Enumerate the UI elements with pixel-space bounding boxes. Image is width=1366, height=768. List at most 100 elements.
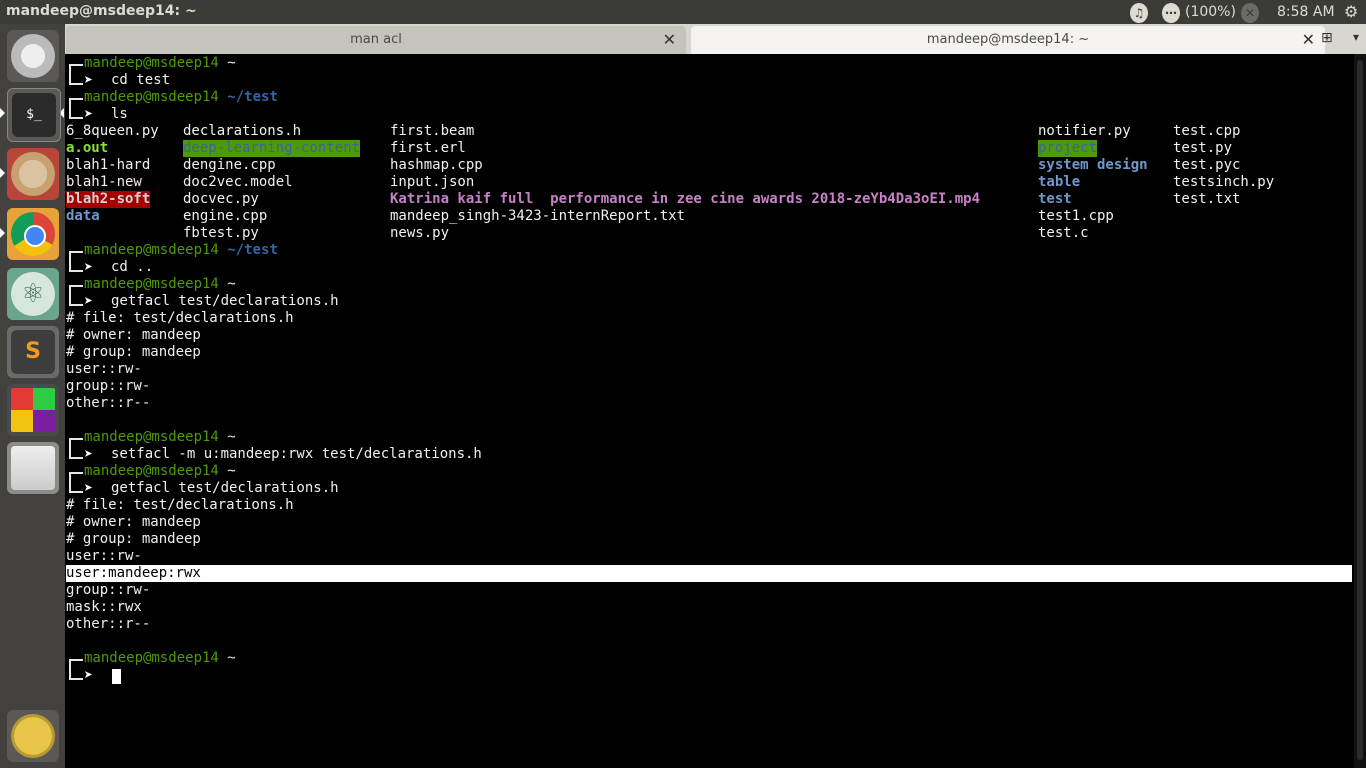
- prompt-arrow-icon: ➤: [84, 666, 94, 684]
- file-entry: engine.cpp: [183, 208, 268, 224]
- prompt-arrow-icon: ➤: [84, 71, 94, 89]
- file-entry: test.cpp: [1173, 123, 1241, 139]
- file-entry: blah2-soft: [66, 191, 151, 208]
- output-line: group::rw-: [66, 378, 151, 394]
- file-entry: news.py: [390, 225, 450, 241]
- file-entry: blah1-hard: [66, 157, 151, 173]
- window-title: mandeep@msdeep14: ~: [6, 3, 197, 19]
- highlighted-output-line: user:mandeep:rwx: [66, 565, 1352, 582]
- atom-icon[interactable]: ⚛: [7, 268, 59, 320]
- tab-man-acl[interactable]: man acl ✕: [66, 26, 686, 54]
- prompt-bracket: [69, 285, 83, 306]
- file-entry: input.json: [390, 174, 475, 190]
- chrome-icon[interactable]: [7, 208, 59, 260]
- trash-icon[interactable]: [7, 710, 59, 762]
- network-icon[interactable]: ♫: [1130, 3, 1148, 23]
- clock[interactable]: 8:58 AM: [1277, 2, 1335, 22]
- file-entry: test.py: [1173, 140, 1233, 156]
- drive-icon[interactable]: [7, 442, 59, 494]
- text-cursor: [112, 669, 121, 684]
- output-line: user::rw-: [66, 548, 142, 564]
- file-entry: testsinch.py: [1173, 174, 1275, 190]
- scrollbar-thumb[interactable]: [1357, 60, 1363, 760]
- rubiks-cube-icon[interactable]: [7, 384, 59, 436]
- volume-muted-icon[interactable]: ✕: [1241, 3, 1259, 23]
- file-entry: doc2vec.model: [183, 174, 293, 190]
- command-text: cd ..: [111, 259, 154, 275]
- prompt-user: mandeep@msdeep14 ~/test: [84, 89, 278, 105]
- terminal-view[interactable]: mandeep@msdeep14 ~ ➤ cd test mandeep@msd…: [65, 54, 1354, 768]
- file-entry: test1.cpp: [1038, 208, 1114, 224]
- prompt-bracket: [69, 472, 83, 493]
- running-indicator: [0, 228, 5, 238]
- command-text: getfacl test/declarations.h: [111, 480, 339, 496]
- new-tab-icon[interactable]: ⊞: [1321, 30, 1341, 48]
- output-line: # file: test/declarations.h: [66, 497, 294, 513]
- dir-entry: deep-learning-content: [183, 140, 361, 157]
- sublime-text-icon[interactable]: S: [7, 326, 59, 378]
- scrollbar[interactable]: [1354, 54, 1366, 768]
- prompt-user: mandeep@msdeep14 ~: [84, 429, 236, 445]
- prompt-arrow-icon: ➤: [84, 292, 94, 310]
- dir-entry: test: [1038, 191, 1072, 207]
- output-line: # group: mandeep: [66, 344, 201, 360]
- file-entry: Katrina kaif full performance in zee cin…: [390, 191, 981, 207]
- prompt-arrow-icon: ➤: [84, 479, 94, 497]
- prompt-block: mandeep@msdeep14 ~/test ➤ cd ..: [66, 242, 666, 276]
- dir-entry: project: [1038, 140, 1098, 157]
- tab-label: man acl: [350, 32, 402, 47]
- ubuntu-dash-icon[interactable]: [7, 30, 59, 82]
- output-line: mask::rwx: [66, 599, 142, 615]
- output-line: group::rw-: [66, 582, 151, 598]
- command-text: getfacl test/declarations.h: [111, 293, 339, 309]
- power-gear-icon[interactable]: ⚙: [1344, 2, 1358, 22]
- output-line: # owner: mandeep: [66, 514, 201, 530]
- running-indicator: [0, 168, 5, 178]
- tab-label: mandeep@msdeep14: ~: [926, 32, 1090, 47]
- battery-icon[interactable]: ⋯: [1162, 3, 1180, 23]
- file-entry: notifier.py: [1038, 123, 1131, 139]
- command-text: ls: [111, 106, 128, 122]
- prompt-arrow-icon: ➤: [84, 258, 94, 276]
- file-entry: test.txt: [1173, 191, 1241, 207]
- file-entry: first.beam: [390, 123, 475, 139]
- files-icon[interactable]: [7, 148, 59, 200]
- output-line: # owner: mandeep: [66, 327, 201, 343]
- prompt-block: mandeep@msdeep14 ~ ➤ setfacl -m u:mandee…: [66, 429, 666, 463]
- battery-percent[interactable]: (100%): [1185, 2, 1236, 22]
- prompt-bracket: [69, 659, 83, 680]
- prompt-block: mandeep@msdeep14 ~ ➤ getfacl test/declar…: [66, 463, 666, 497]
- close-icon[interactable]: ✕: [663, 30, 676, 49]
- output-line: other::r--: [66, 616, 151, 632]
- file-entry: hashmap.cpp: [390, 157, 483, 173]
- prompt-block: mandeep@msdeep14 ~ ➤ getfacl test/declar…: [66, 276, 666, 310]
- prompt-block: mandeep@msdeep14 ~ ➤ cd test: [66, 55, 666, 89]
- top-panel: mandeep@msdeep14: ~ ♫ ⋯ (100%) ✕ 8:58 AM…: [0, 0, 1366, 24]
- file-entry: fbtest.py: [183, 225, 259, 241]
- file-entry: dengine.cpp: [183, 157, 276, 173]
- file-entry: 6_8queen.py: [66, 123, 159, 139]
- output-line: # group: mandeep: [66, 531, 201, 547]
- prompt-user: mandeep@msdeep14 ~: [84, 463, 236, 479]
- prompt-bracket: [69, 98, 83, 119]
- close-icon[interactable]: ✕: [1302, 30, 1315, 49]
- prompt-bracket: [69, 64, 83, 85]
- prompt-bracket: [69, 438, 83, 459]
- prompt-user: mandeep@msdeep14 ~: [84, 276, 236, 292]
- prompt-user: mandeep@msdeep14 ~: [84, 55, 236, 71]
- file-entry: first.erl: [390, 140, 466, 156]
- launcher: $_ ⚛ S: [0, 24, 66, 768]
- tab-terminal-active[interactable]: mandeep@msdeep14: ~ ✕: [691, 26, 1325, 54]
- file-entry: blah1-new: [66, 174, 142, 190]
- file-entry: test.pyc: [1173, 157, 1241, 173]
- command-text: cd test: [111, 72, 171, 88]
- file-entry: declarations.h: [183, 123, 302, 139]
- dir-entry: data: [66, 208, 100, 224]
- prompt-arrow-icon: ➤: [84, 105, 94, 123]
- prompt-user: mandeep@msdeep14 ~/test: [84, 242, 278, 258]
- prompt-block[interactable]: mandeep@msdeep14 ~ ➤: [66, 650, 666, 684]
- prompt-block: mandeep@msdeep14 ~/test ➤ ls: [66, 89, 666, 123]
- command-text: setfacl -m u:mandeep:rwx test/declaratio…: [111, 446, 482, 462]
- terminal-icon[interactable]: $_: [7, 88, 61, 142]
- chevron-down-icon[interactable]: ▾: [1353, 30, 1366, 48]
